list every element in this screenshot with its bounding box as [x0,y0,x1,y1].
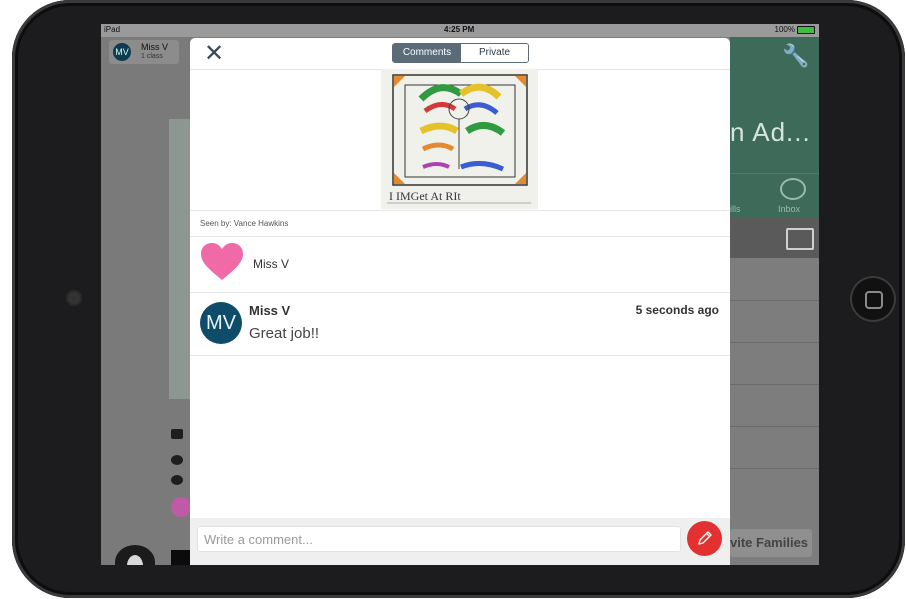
background-left-panel: MV Miss V 1 class [101,37,191,565]
battery-status: 100% [775,25,815,34]
comment-author: Miss V [249,303,291,318]
tab-inbox[interactable]: Inbox [778,204,800,214]
seen-by-row: Seen by: Vance Hawkins [190,210,730,237]
status-bar: iPad 4:25 PM 100% [101,24,819,37]
comment-input[interactable]: Write a comment... [197,526,681,552]
thumbnail [171,550,191,565]
heart-icon [171,455,183,465]
comment-composer: Write a comment... [190,518,730,565]
penguin-icon [115,545,155,565]
drawing-image: I IMGet At RIt [381,69,538,209]
background-post-card [169,119,191,399]
teacher-name: Miss V [141,42,168,52]
tab-private-notes[interactable]: Private Notes [461,44,528,62]
divider [730,342,819,343]
battery-icon [797,25,815,34]
comment-item: MV Miss V 5 seconds ago Great job!! [190,293,730,356]
divider [730,384,819,385]
send-button[interactable] [687,521,722,556]
camera [68,292,80,304]
comment-text: Great job!! [249,325,320,342]
pencil-icon [698,531,712,545]
folder-icon[interactable] [786,228,814,250]
liker-name: Miss V [253,257,289,271]
class-header: 🔧 n Ad... ills Inbox [730,37,819,218]
wrench-icon[interactable]: 🔧 [782,43,809,69]
divider [730,426,819,427]
drawing-caption: I IMGet At RIt [389,189,461,203]
post-detail-modal: ✕ Comments Private Notes [190,38,730,565]
tab-skills[interactable]: ills [730,204,741,214]
comment-timestamp: 5 seconds ago [635,303,719,317]
close-icon[interactable]: ✕ [204,42,224,66]
class-title: n Ad... [730,117,811,147]
divider [730,468,819,469]
battery-label: 100% [774,25,795,34]
divider [730,300,819,301]
comment-icon [171,475,183,485]
class-tabs: ills Inbox [730,173,819,219]
carrier-label: iPad [104,25,121,34]
class-count: 1 class [141,53,163,60]
like-row: Miss V [190,236,730,293]
folder-icon [171,429,183,439]
seen-by-label: Seen by: Vance Hawkins [200,219,289,228]
inbox-icon[interactable] [780,178,806,200]
student-drawing[interactable]: I IMGet At RIt [381,69,538,209]
comment-tabs: Comments Private Notes [392,43,529,63]
avatar: MV [200,302,242,344]
invite-families-button[interactable]: vite Families [730,529,812,557]
tab-comments[interactable]: Comments [393,44,461,62]
teacher-chip[interactable]: MV Miss V 1 class [109,40,179,64]
background-right-panel: 🔧 n Ad... ills Inbox vite Families [730,37,819,565]
like-avatar [171,497,191,517]
screen: iPad 4:25 PM 100% MV Miss V 1 class 🔧 n … [101,24,819,565]
avatar: MV [113,43,131,61]
modal-header: ✕ Comments Private Notes [190,38,730,70]
heart-icon [201,243,243,280]
folder-bar [730,218,819,258]
clock: 4:25 PM [444,25,475,34]
home-button[interactable] [850,276,896,322]
